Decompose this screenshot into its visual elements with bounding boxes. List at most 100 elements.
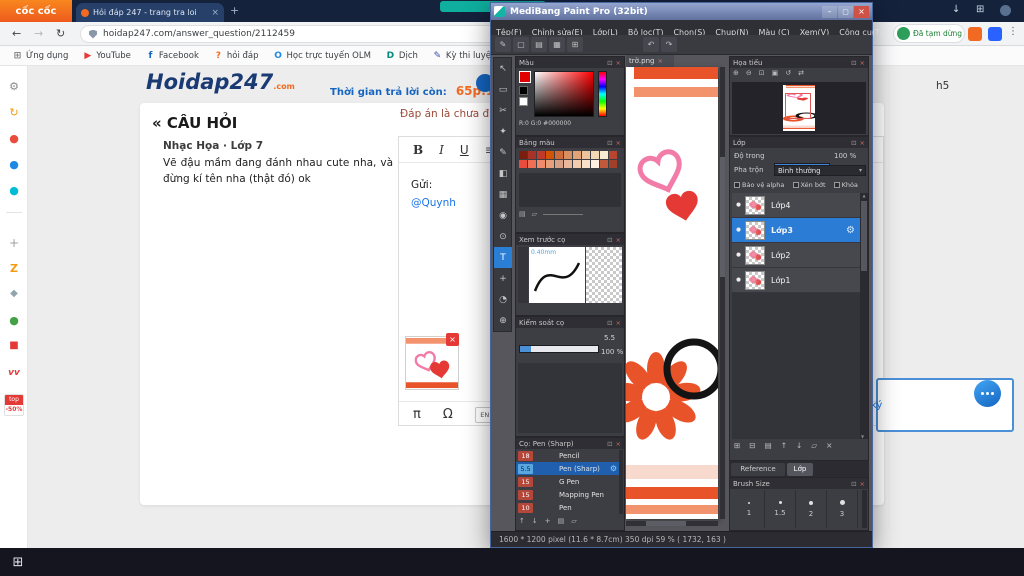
scroll-down-icon[interactable]: ▼ <box>861 434 864 439</box>
brush-item[interactable]: 18 Pencil <box>516 449 620 462</box>
layer-scrollbar[interactable]: ▲ ▼ <box>860 193 868 439</box>
hot-icon[interactable]: ● <box>0 132 28 145</box>
palette-swatch[interactable] <box>564 160 572 168</box>
collapse-icon[interactable]: ⊡ <box>851 139 856 147</box>
wand-tool[interactable]: ✦ <box>494 121 512 142</box>
collapse-icon[interactable]: ⊡ <box>851 59 856 67</box>
layer-up-icon[interactable]: ↑ <box>781 441 787 450</box>
marquee-tool[interactable]: ▭ <box>494 79 512 100</box>
text-tool[interactable]: T <box>494 247 512 268</box>
vscroll-thumb[interactable] <box>720 157 725 277</box>
eraser-tool[interactable]: ◧ <box>494 163 512 184</box>
editor-text-line1[interactable]: Gửi: <box>411 179 432 191</box>
saturation-picker[interactable] <box>534 71 594 117</box>
browser-tab[interactable]: Hỏi đáp 247 - trang tra loi × <box>76 3 224 22</box>
clip-checkbox[interactable] <box>792 182 799 188</box>
back-icon[interactable]: ← <box>12 27 21 40</box>
attachment-remove-button[interactable]: × <box>446 333 459 346</box>
bookmark-item[interactable]: ▶ YouTube <box>82 51 131 61</box>
white-swatch[interactable] <box>519 97 528 106</box>
palette-swatch[interactable] <box>591 151 599 159</box>
site-logo[interactable]: Hoidap247.com <box>146 70 295 94</box>
palette-swatch[interactable] <box>528 160 536 168</box>
gradient-tool[interactable]: ⊙ <box>494 226 512 247</box>
canvas-tab[interactable]: trờ.png × <box>626 55 674 67</box>
undo-icon[interactable]: ↶ <box>643 37 659 52</box>
layer-down-icon[interactable]: ↓ <box>796 441 802 450</box>
editor-mention[interactable]: @Quynh <box>411 197 456 209</box>
minimize-button[interactable]: – <box>822 5 837 18</box>
material-icon[interactable]: ⊞ <box>567 37 583 52</box>
coccoc-logo[interactable]: cốc cốc <box>0 0 72 22</box>
palette-swatch[interactable] <box>573 151 581 159</box>
layer-delete-icon[interactable]: ⊟ <box>749 441 755 450</box>
close-icon[interactable]: × <box>860 480 865 488</box>
brush-add-icon[interactable]: + <box>545 517 551 525</box>
collapse-icon[interactable]: ⊡ <box>607 236 612 244</box>
canvas-vscrollbar[interactable] <box>720 67 725 519</box>
palette-swatch[interactable] <box>546 151 554 159</box>
settings-icon[interactable]: ⚙ <box>0 80 28 93</box>
brush-item-selected[interactable]: 5.5 Pen (Sharp) ⚙ <box>516 462 620 475</box>
palette-swatch[interactable] <box>519 160 527 168</box>
pi-button[interactable]: π <box>413 407 421 422</box>
italic-button[interactable]: I <box>439 143 444 157</box>
profile-avatar[interactable] <box>1000 5 1011 16</box>
widgets-icon[interactable]: ● <box>0 184 28 197</box>
palette-swatch[interactable] <box>537 160 545 168</box>
reload-icon[interactable]: ↻ <box>56 27 65 40</box>
black-swatch[interactable] <box>519 86 528 95</box>
zoom-tool[interactable]: ⊕ <box>494 310 512 331</box>
brush-up-icon[interactable]: ↑ <box>519 517 525 525</box>
brush-item[interactable]: 10 Pen <box>516 501 620 514</box>
tab-close-icon[interactable]: × <box>211 8 219 18</box>
alpha-checkbox[interactable] <box>734 182 740 188</box>
palette-swatch[interactable] <box>519 151 527 159</box>
brush-list-scrollbar[interactable] <box>619 450 623 514</box>
redo-icon[interactable]: ↷ <box>661 37 677 52</box>
nav-zoom-in-icon[interactable]: ⊕ <box>733 69 739 77</box>
scroll-up-icon[interactable]: ▲ <box>860 193 868 198</box>
select-tool[interactable]: ↖ <box>494 58 512 79</box>
palette-swatch[interactable] <box>600 160 608 168</box>
chat-widget-button[interactable] <box>974 380 1001 407</box>
brush-size-cell[interactable]: 2 <box>796 490 827 528</box>
palette-swatch[interactable] <box>573 160 581 168</box>
add-icon[interactable]: + <box>0 236 28 250</box>
move-tool[interactable]: + <box>494 268 512 289</box>
close-icon[interactable]: × <box>860 59 865 67</box>
palette-swatch[interactable] <box>582 160 590 168</box>
shield-icon[interactable]: ◆ <box>0 288 28 299</box>
medibang-titlebar[interactable]: MediBang Paint Pro (32bit) – ▢ × <box>491 3 872 20</box>
size-slider[interactable] <box>519 345 599 353</box>
red-app-icon[interactable]: ■ <box>0 340 28 351</box>
close-icon[interactable]: × <box>616 59 621 67</box>
palette-swatch[interactable] <box>564 151 572 159</box>
tab-layer[interactable]: Lớp <box>787 462 813 476</box>
brush-size-scrollbar[interactable] <box>862 490 867 528</box>
lock-checkbox[interactable] <box>833 182 840 188</box>
eyedropper-tool[interactable]: ◔ <box>494 289 512 310</box>
layer-visibility-icon[interactable]: ● <box>732 252 745 258</box>
sale-badge[interactable]: top -50% <box>4 394 24 416</box>
hscroll-thumb[interactable] <box>646 521 686 526</box>
palette-swatch[interactable] <box>555 151 563 159</box>
brush-folder-icon[interactable]: ▱ <box>571 517 576 525</box>
canvas[interactable] <box>611 67 725 519</box>
collapse-icon[interactable]: ⊡ <box>607 59 612 67</box>
bookmark-item[interactable]: O Học trực tuyến OLM <box>273 51 371 61</box>
bold-button[interactable]: B <box>413 143 423 157</box>
start-button[interactable]: ⊞ <box>0 548 36 576</box>
nav-flip-icon[interactable]: ⇄ <box>798 69 804 77</box>
brush-size-cell[interactable]: 1 <box>734 490 765 528</box>
layer-row[interactable]: ● Lớp2 <box>732 243 860 268</box>
brush-item[interactable]: 15 Mapping Pen <box>516 488 620 501</box>
layer-visibility-icon[interactable]: ● <box>732 202 745 208</box>
layer-row-selected[interactable]: ● Lớp3 ⚙ <box>732 218 860 243</box>
palette-folder-icon[interactable]: ▱ <box>532 210 537 218</box>
extensions-icon[interactable]: ⊞ <box>976 4 984 15</box>
close-icon[interactable]: × <box>616 236 621 244</box>
brush-down-icon[interactable]: ↓ <box>532 517 538 525</box>
grid-icon[interactable]: ▦ <box>549 37 565 52</box>
history-icon[interactable]: ↻ <box>0 106 28 119</box>
